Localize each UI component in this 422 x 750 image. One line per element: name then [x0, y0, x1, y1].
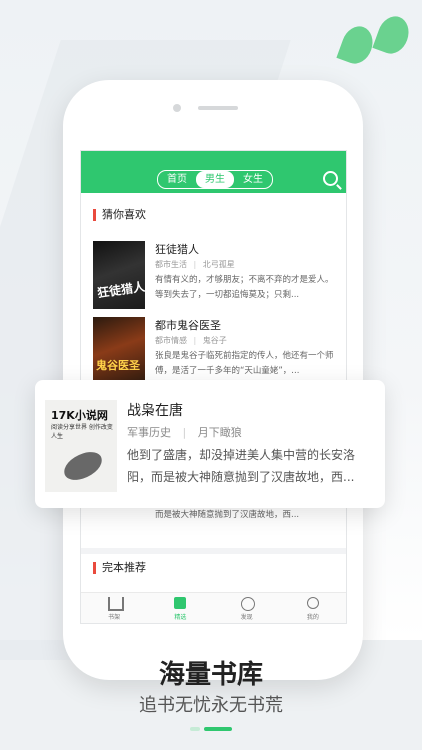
- bottom-navigation: 书架 精选 发现 我的: [81, 592, 346, 623]
- cover-fish-art: [60, 448, 106, 484]
- page-dot-active: [204, 727, 232, 731]
- top-bar: 首页 男生 女生: [81, 151, 346, 193]
- featured-icon: [174, 597, 187, 609]
- featured-book-description: 他到了盛唐，却没掉进美人集中营的长安洛阳，而是被大神随意抛到了汉唐故地，西...: [127, 448, 356, 484]
- meta-divider: |: [193, 260, 197, 269]
- featured-book-meta: 军事历史 | 月下瞰狼: [127, 424, 242, 440]
- book-meta: 都市生活 | 北弓孤星: [155, 259, 235, 270]
- tab-male[interactable]: 男生: [196, 171, 234, 188]
- cover-brand: 17K小说网: [51, 409, 108, 422]
- quote-mark-left: [336, 22, 378, 68]
- nav-label: 我的: [306, 614, 319, 621]
- quote-mark-right: [372, 12, 414, 58]
- book-description: 有情有义的，才够朋友；不离不弃的才是爱人。等到失去了，一切都追悔莫及；只剩...: [155, 275, 334, 300]
- book-title: 狂徒猎人: [155, 243, 199, 256]
- section-title-guess: 猜你喜欢: [93, 209, 146, 221]
- section-divider: [81, 548, 346, 554]
- cover-tagline: 阅读分享世界 创作改变人生: [51, 424, 113, 440]
- nav-label: 精选: [174, 614, 187, 621]
- featured-book-category: 军事历史: [127, 426, 171, 439]
- meta-divider: |: [182, 426, 187, 439]
- nav-label: 书架: [108, 614, 121, 621]
- tab-home[interactable]: 首页: [158, 171, 196, 188]
- section-title-finished: 完本推荐: [93, 562, 146, 574]
- book-category: 都市生活: [155, 260, 187, 269]
- nav-label: 发现: [240, 614, 253, 621]
- promo-subline: 追书无忧永无书荒: [139, 695, 283, 716]
- book-author: 北弓孤星: [202, 260, 235, 269]
- nav-mine[interactable]: 我的: [280, 593, 346, 623]
- featured-book-cover: 17K小说网 阅读分享世界 创作改变人生: [45, 400, 117, 492]
- search-icon[interactable]: [323, 171, 338, 186]
- book-item[interactable]: 狂徒猎人 狂徒猎人 都市生活 | 北弓孤星 有情有义的，才够朋友；不离不弃的才是…: [93, 241, 337, 311]
- nav-bookshelf[interactable]: 书架: [81, 593, 147, 623]
- book-meta: 都市情感 | 鬼谷子: [155, 335, 227, 346]
- book-description: 张良是鬼谷子临死前指定的传人，他还有一个师傅，是活了一千多年的“天山童姥”，..…: [155, 351, 334, 376]
- book-title: 都市鬼谷医圣: [155, 319, 221, 332]
- discover-icon: [240, 597, 255, 611]
- phone-camera: [173, 104, 181, 112]
- meta-divider: |: [193, 336, 197, 345]
- phone-speaker: [198, 106, 238, 110]
- book-author: 鬼谷子: [202, 336, 227, 345]
- book-category: 都市情感: [155, 336, 187, 345]
- profile-icon: [306, 597, 319, 609]
- book-cover-title: 鬼谷医圣: [96, 359, 140, 372]
- nav-discover[interactable]: 发现: [214, 593, 280, 623]
- book-cover: 狂徒猎人: [93, 241, 146, 309]
- promo-headline: 海量书库: [158, 660, 263, 690]
- book-cover: 鬼谷医圣: [93, 317, 145, 385]
- nav-featured[interactable]: 精选: [147, 593, 213, 623]
- bookshelf-icon: [108, 597, 125, 611]
- page-dot: [190, 727, 200, 731]
- book-item[interactable]: 鬼谷医圣 都市鬼谷医圣 都市情感 | 鬼谷子 张良是鬼谷子临死前指定的传人，他还…: [93, 317, 337, 387]
- book-cover-title: 狂徒猎人: [96, 279, 146, 301]
- gender-tabs: 首页 男生 女生: [157, 170, 273, 189]
- tab-female[interactable]: 女生: [234, 171, 272, 188]
- featured-book-author: 月下瞰狼: [197, 426, 242, 439]
- featured-book-card[interactable]: 17K小说网 阅读分享世界 创作改变人生 战枭在唐 军事历史 | 月下瞰狼 他到…: [35, 380, 385, 508]
- quote-decoration: [322, 8, 414, 88]
- page-indicator: [190, 727, 232, 731]
- featured-book-title: 战枭在唐: [127, 403, 183, 419]
